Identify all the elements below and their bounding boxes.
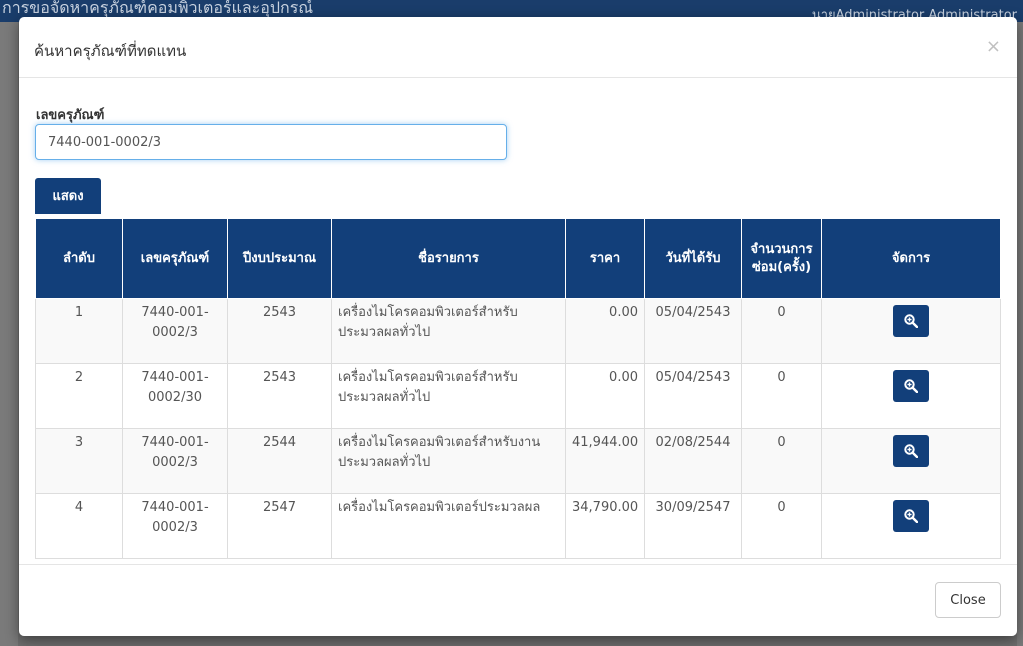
row-no: 1 xyxy=(35,298,123,364)
header-repair-count: จำนวนการซ่อม(ครั้ง) xyxy=(741,218,822,299)
row-no: 2 xyxy=(35,363,123,429)
search-asset-modal: ค้นหาครุภัณฑ์ที่ทดแทน × เลขครุภัณฑ์ แสดง… xyxy=(19,17,1017,636)
row-actions xyxy=(821,298,1001,364)
row-year: 2543 xyxy=(227,298,332,364)
row-year: 2547 xyxy=(227,493,332,559)
modal-header: ค้นหาครุภัณฑ์ที่ทดแทน × xyxy=(19,17,1017,78)
row-received-date: 02/08/2544 xyxy=(644,428,742,494)
row-actions xyxy=(821,428,1001,494)
header-actions: จัดการ xyxy=(821,218,1001,299)
row-year: 2544 xyxy=(227,428,332,494)
row-repair-count: 0 xyxy=(741,493,822,559)
row-item-name: เครื่องไมโครคอมพิวเตอร์สำหรับงานประมวลผล… xyxy=(331,428,566,494)
asset-number-input[interactable] xyxy=(35,124,507,160)
row-asset-no: 7440-001-0002/3 xyxy=(122,493,228,559)
row-repair-count: 0 xyxy=(741,363,822,429)
search-plus-icon xyxy=(904,509,918,523)
header-received-date: วันที่ได้รับ xyxy=(644,218,742,299)
row-year: 2543 xyxy=(227,363,332,429)
asset-number-label: เลขครุภัณฑ์ xyxy=(36,108,105,123)
header-price: ราคา xyxy=(565,218,645,299)
row-item-name: เครื่องไมโครคอมพิวเตอร์ประมวลผล xyxy=(331,493,566,559)
row-item-name: เครื่องไมโครคอมพิวเตอร์สำหรับประมวลผลทั่… xyxy=(331,298,566,364)
table-row: 4 7440-001-0002/3 2547 เครื่องไมโครคอมพิ… xyxy=(35,493,1001,559)
row-repair-count: 0 xyxy=(741,298,822,364)
header-item-name: ชื่อรายการ xyxy=(331,218,566,299)
header-no: ลำดับ xyxy=(35,218,123,299)
row-price: 0.00 xyxy=(565,363,645,429)
table-row: 2 7440-001-0002/30 2543 เครื่องไมโครคอมพ… xyxy=(35,363,1001,429)
row-asset-no: 7440-001-0002/30 xyxy=(122,363,228,429)
search-plus-icon xyxy=(904,314,918,328)
row-no: 4 xyxy=(35,493,123,559)
row-asset-no: 7440-001-0002/3 xyxy=(122,428,228,494)
row-price: 41,944.00 xyxy=(565,428,645,494)
row-no: 3 xyxy=(35,428,123,494)
row-price: 34,790.00 xyxy=(565,493,645,559)
search-plus-icon xyxy=(904,444,918,458)
background-left-strip xyxy=(0,22,18,646)
row-actions xyxy=(821,493,1001,559)
show-button[interactable]: แสดง xyxy=(35,178,101,214)
row-received-date: 05/04/2543 xyxy=(644,363,742,429)
row-repair-count: 0 xyxy=(741,428,822,494)
modal-title: ค้นหาครุภัณฑ์ที่ทดแทน xyxy=(34,42,187,60)
table-row: 1 7440-001-0002/3 2543 เครื่องไมโครคอมพิ… xyxy=(35,298,1001,364)
view-button[interactable] xyxy=(893,370,929,402)
table-row: 3 7440-001-0002/3 2544 เครื่องไมโครคอมพิ… xyxy=(35,428,1001,494)
row-price: 0.00 xyxy=(565,298,645,364)
view-button[interactable] xyxy=(893,305,929,337)
header-year: ปีงบประมาณ xyxy=(227,218,332,299)
search-plus-icon xyxy=(904,379,918,393)
modal-footer: Close xyxy=(19,564,1017,636)
background-right-strip xyxy=(1017,22,1023,646)
row-received-date: 05/04/2543 xyxy=(644,298,742,364)
table-header-row: ลำดับ เลขครุภัณฑ์ ปีงบประมาณ ชื่อรายการ … xyxy=(35,218,1001,299)
header-asset-no: เลขครุภัณฑ์ xyxy=(122,218,228,299)
view-button[interactable] xyxy=(893,500,929,532)
results-table: ลำดับ เลขครุภัณฑ์ ปีงบประมาณ ชื่อรายการ … xyxy=(35,218,1001,559)
view-button[interactable] xyxy=(893,435,929,467)
row-asset-no: 7440-001-0002/3 xyxy=(122,298,228,364)
row-received-date: 30/09/2547 xyxy=(644,493,742,559)
row-actions xyxy=(821,363,1001,429)
close-icon[interactable]: × xyxy=(986,38,1001,56)
row-item-name: เครื่องไมโครคอมพิวเตอร์สำหรับประมวลผลทั่… xyxy=(331,363,566,429)
close-button[interactable]: Close xyxy=(935,582,1001,618)
